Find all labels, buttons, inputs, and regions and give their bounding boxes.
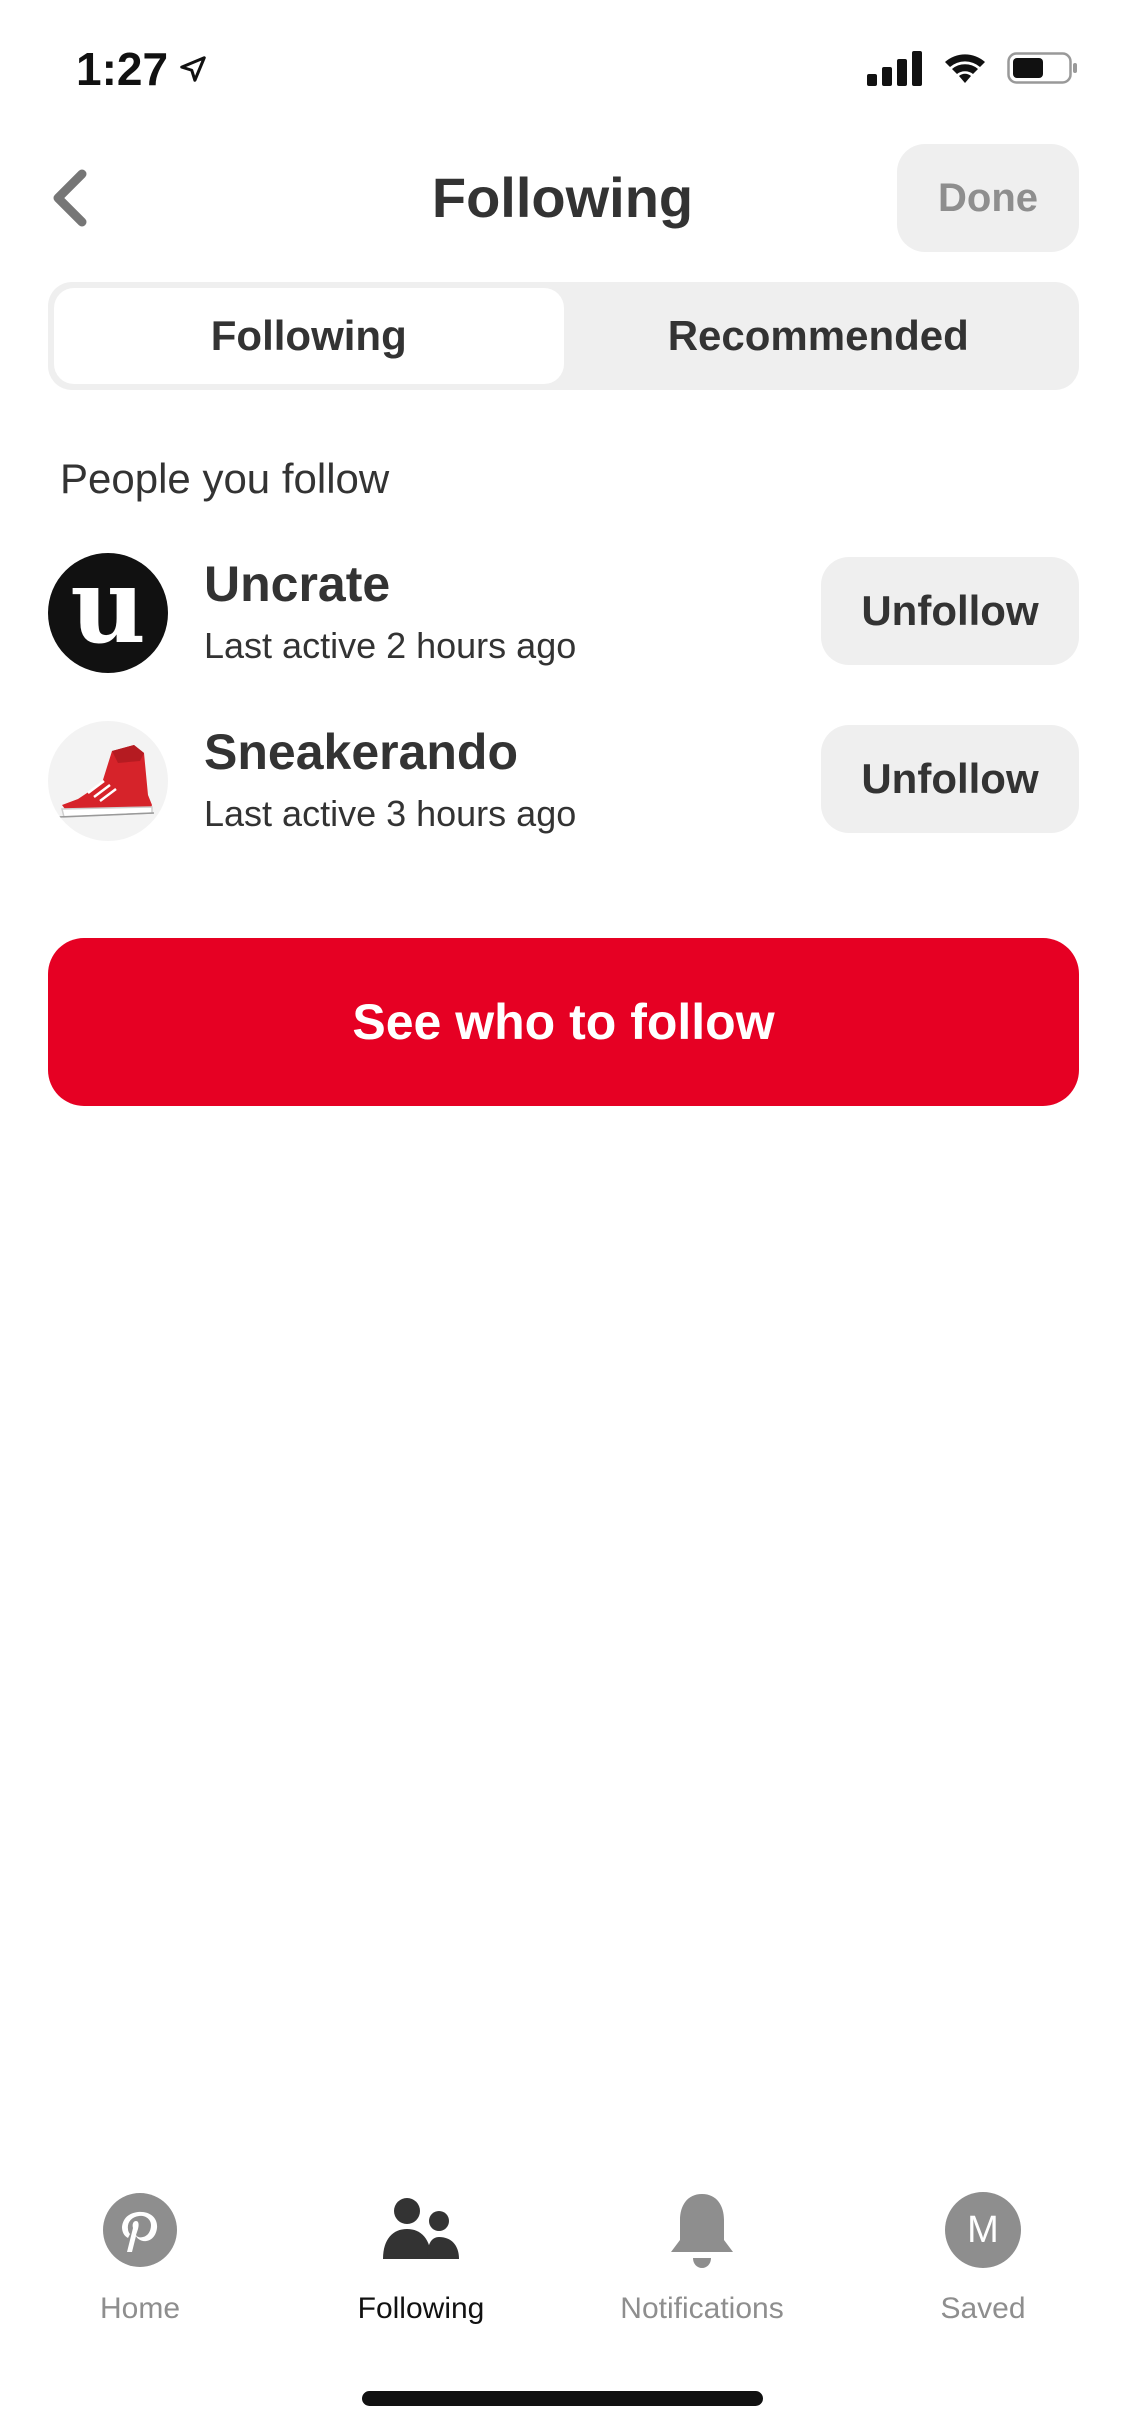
user-name[interactable]: Sneakerando: [204, 723, 518, 781]
nav-item-saved[interactable]: M Saved: [863, 2190, 1103, 2350]
done-button[interactable]: Done: [897, 144, 1079, 252]
profile-avatar-icon: M: [943, 2190, 1023, 2270]
nav-label: Home: [99, 2292, 181, 2325]
segmented-control: Following Recommended: [48, 282, 1079, 390]
user-name[interactable]: Uncrate: [204, 555, 390, 613]
uncrate-logo: u: [70, 553, 146, 667]
nav-label: Notifications: [620, 2292, 784, 2325]
see-who-to-follow-button[interactable]: See who to follow: [48, 938, 1079, 1106]
avatar[interactable]: [48, 721, 168, 841]
bottom-nav: Home Following Notifications M Saved: [0, 2190, 1125, 2350]
unfollow-button[interactable]: Unfollow: [821, 725, 1079, 833]
screen: 1:27 Following Done Following Recommende…: [0, 0, 1125, 2436]
list-item: u Uncrate Last active 2 hours ago Unfoll…: [48, 553, 1079, 677]
nav-label: Following: [357, 2292, 485, 2325]
section-label: People you follow: [60, 455, 390, 502]
nav-item-following[interactable]: Following: [301, 2190, 541, 2350]
avatar[interactable]: u: [48, 553, 168, 673]
last-active-text: Last active 2 hours ago: [204, 625, 577, 666]
status-time: 1:27: [76, 43, 169, 95]
nav-label: Saved: [940, 2292, 1026, 2325]
status-bar: 1:27: [0, 0, 1125, 135]
profile-avatar: M: [945, 2192, 1021, 2268]
pinterest-icon: [100, 2190, 180, 2270]
unfollow-button[interactable]: Unfollow: [821, 557, 1079, 665]
sneaker-icon: [57, 745, 155, 818]
last-active-text: Last active 3 hours ago: [204, 793, 577, 834]
status-time-group: 1:27: [76, 42, 208, 96]
battery-icon: [1007, 52, 1077, 84]
location-arrow-icon: [180, 56, 206, 82]
cellular-signal-icon: [867, 51, 922, 86]
people-icon: [381, 2190, 461, 2270]
nav-item-notifications[interactable]: Notifications: [582, 2190, 822, 2350]
tab-following[interactable]: Following: [54, 288, 564, 384]
bell-icon: [662, 2190, 742, 2270]
list-item: Sneakerando Last active 3 hours ago Unfo…: [48, 721, 1079, 845]
wifi-icon: [945, 54, 985, 83]
status-indicators: [867, 50, 1079, 86]
nav-item-home[interactable]: Home: [20, 2190, 260, 2350]
home-indicator: [362, 2391, 763, 2406]
tab-recommended[interactable]: Recommended: [564, 288, 1074, 384]
